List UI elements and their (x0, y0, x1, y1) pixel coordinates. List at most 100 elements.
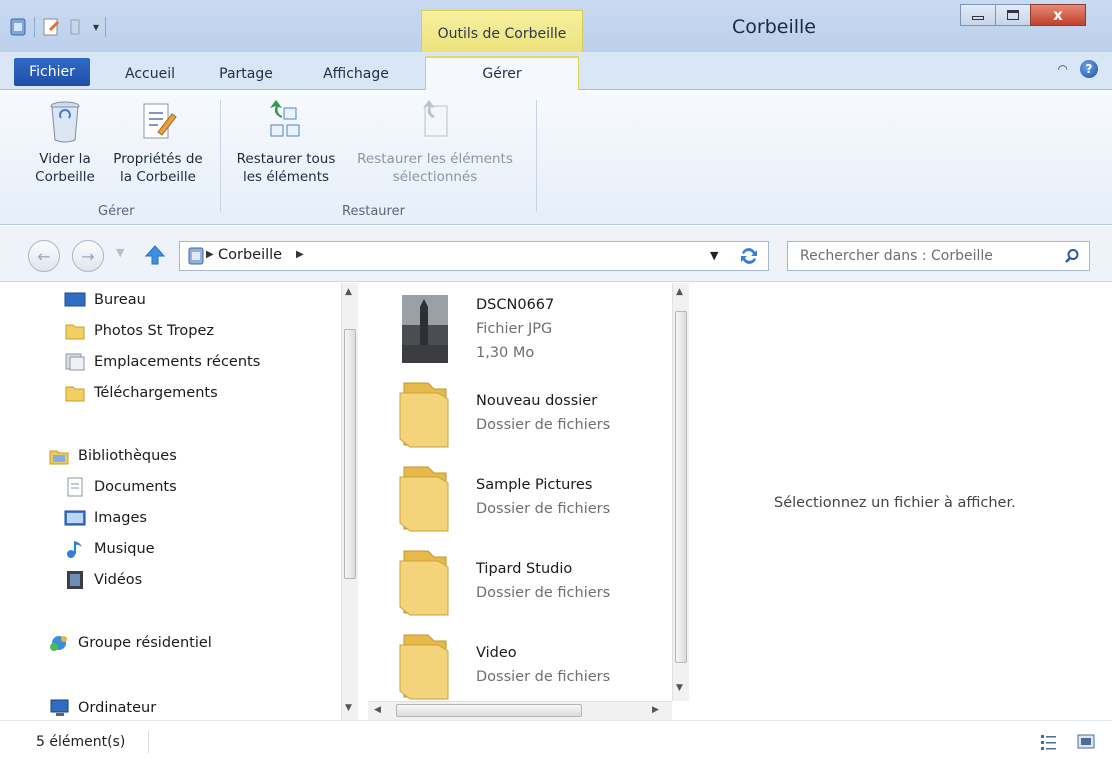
navigation-bar: ← → ▼ ▶ Corbeille ▶ ▼ Rechercher dans : … (0, 226, 1112, 282)
list-item[interactable]: Nouveau dossier Dossier de fichiers (398, 379, 668, 459)
collapse-ribbon-icon[interactable]: ◠ (1058, 62, 1068, 76)
nav-item-recent-places[interactable]: Emplacements récents (64, 350, 260, 374)
scroll-up-icon[interactable]: ▲ (345, 287, 352, 297)
list-item[interactable]: Tipard Studio Dossier de fichiers (398, 547, 668, 627)
nav-item-label: Documents (94, 479, 177, 495)
file-type: Dossier de fichiers (476, 417, 611, 433)
search-icon[interactable] (1064, 248, 1080, 264)
file-list-vscrollbar[interactable]: ▲ ▼ (672, 283, 689, 701)
scroll-right-icon[interactable]: ▶ (652, 705, 659, 715)
minimize-button[interactable] (960, 4, 996, 26)
empty-bin-button[interactable]: Vider la Corbeille (28, 100, 102, 186)
nav-item-label: Vidéos (94, 572, 143, 588)
back-button[interactable]: ← (28, 240, 60, 272)
file-name: Nouveau dossier (476, 393, 598, 409)
close-button[interactable]: x (1030, 4, 1086, 26)
empty-bin-label-1: Vider la (39, 151, 91, 167)
back-arrow-icon: ← (37, 246, 51, 266)
preview-message: Sélectionnez un fichier à afficher. (774, 495, 1016, 511)
nav-item-libraries[interactable]: Bibliothèques (48, 444, 177, 468)
tab-fichier[interactable]: Fichier (14, 58, 90, 86)
breadcrumb-chevron-icon[interactable]: ▶ (296, 249, 304, 260)
ribbon-right-controls: ◠ ? (1058, 60, 1098, 78)
file-type: Dossier de fichiers (476, 585, 611, 601)
details-view-icon[interactable] (1040, 733, 1058, 751)
folder-icon (399, 550, 449, 616)
restore-all-label-1: Restaurer tous (236, 151, 336, 167)
file-list-hscrollbar[interactable]: ◀ ▶ (368, 701, 672, 720)
nav-item-label: Photos St Tropez (94, 323, 215, 339)
nav-scrollbar[interactable]: ▲ ▼ (341, 283, 358, 720)
file-scroll-thumb[interactable] (675, 311, 687, 663)
ribbon-tab-bar: Fichier Accueil Partage Affichage Gérer … (0, 52, 1112, 91)
restore-all-button[interactable]: Restaurer tous les éléments (230, 100, 342, 186)
properties-icon (143, 103, 177, 139)
breadcrumb-corbeille[interactable]: Corbeille (218, 247, 282, 263)
list-item[interactable]: DSCN0667 Fichier JPG 1,30 Mo (398, 291, 668, 371)
nav-item-label: Emplacements récents (94, 354, 261, 370)
large-icons-view-icon[interactable] (1076, 733, 1096, 751)
status-bar: 5 élément(s) (0, 720, 1112, 765)
group-separator (536, 100, 537, 212)
address-dropdown-icon[interactable]: ▼ (710, 249, 718, 262)
empty-bin-label-2: Corbeille (35, 169, 95, 185)
ribbon: Vider la Corbeille Propriétés de la Corb… (0, 90, 1112, 225)
restore-selected-label-2: sélectionnés (392, 169, 478, 185)
help-icon[interactable]: ? (1080, 60, 1098, 78)
list-item[interactable]: Sample Pictures Dossier de fichiers (398, 463, 668, 543)
recycle-bin-icon (188, 247, 204, 265)
file-type: Dossier de fichiers (476, 501, 611, 517)
nav-item-music[interactable]: Musique (64, 537, 155, 561)
restore-all-label-2: les éléments (242, 169, 330, 185)
file-hscroll-thumb[interactable] (396, 704, 582, 717)
properties-icon[interactable] (41, 17, 61, 37)
forward-button[interactable]: → (72, 240, 104, 272)
recycle-bin-icon[interactable] (8, 17, 28, 37)
customize-qat-icon[interactable]: ▾ (93, 20, 99, 34)
nav-item-label: Groupe résidentiel (78, 635, 212, 651)
scroll-up-icon[interactable]: ▲ (676, 287, 683, 297)
nav-item-photos-st-tropez[interactable]: Photos St Tropez (64, 319, 214, 343)
restore-selected-button[interactable]: Restaurer les éléments sélectionnés (342, 100, 528, 186)
tab-accueil[interactable]: Accueil (112, 59, 188, 90)
qat-separator (34, 17, 35, 37)
videos-icon (67, 571, 83, 589)
nav-item-videos[interactable]: Vidéos (64, 568, 142, 592)
status-separator (148, 731, 149, 753)
recent-locations-chevron-icon[interactable]: ▼ (116, 246, 124, 259)
list-item[interactable]: Video Dossier de fichiers (398, 631, 668, 711)
libraries-icon (49, 450, 69, 465)
tab-partage[interactable]: Partage (206, 59, 286, 90)
scroll-down-icon[interactable]: ▼ (345, 703, 352, 713)
maximize-button[interactable] (995, 4, 1031, 26)
recycle-bin-icon (50, 101, 80, 143)
new-folder-icon[interactable] (67, 17, 87, 37)
refresh-icon[interactable] (736, 245, 762, 267)
preview-pane: Sélectionnez un fichier à afficher. (698, 283, 1112, 720)
folder-icon (65, 386, 85, 402)
bin-properties-button[interactable]: Propriétés de la Corbeille (102, 100, 214, 186)
nav-scroll-thumb[interactable] (344, 329, 356, 579)
tab-gerer[interactable]: Gérer (425, 56, 579, 91)
nav-item-homegroup[interactable]: Groupe résidentiel (48, 631, 212, 655)
computer-icon (50, 699, 69, 716)
nav-item-downloads[interactable]: Téléchargements (64, 381, 218, 405)
scroll-left-icon[interactable]: ◀ (374, 705, 381, 715)
recent-places-icon (65, 353, 85, 371)
context-tab-recycle-tools: Outils de Corbeille (421, 10, 583, 52)
address-bar[interactable]: ▶ Corbeille ▶ ▼ (179, 241, 769, 271)
music-icon (67, 541, 82, 558)
nav-item-computer[interactable]: Ordinateur (48, 696, 156, 720)
nav-item-images[interactable]: Images (64, 506, 147, 530)
minimize-icon (972, 16, 984, 20)
restore-selected-label-1: Restaurer les éléments (357, 151, 513, 167)
nav-item-bureau[interactable]: Bureau (64, 288, 146, 312)
nav-item-label: Téléchargements (94, 385, 218, 401)
desktop-icon (64, 292, 86, 307)
nav-item-documents[interactable]: Documents (64, 475, 177, 499)
scroll-down-icon[interactable]: ▼ (676, 683, 683, 693)
search-box[interactable]: Rechercher dans : Corbeille (787, 241, 1090, 271)
up-arrow-icon[interactable] (144, 244, 166, 266)
breadcrumb-chevron-icon[interactable]: ▶ (206, 249, 214, 260)
tab-affichage[interactable]: Affichage (306, 59, 406, 90)
